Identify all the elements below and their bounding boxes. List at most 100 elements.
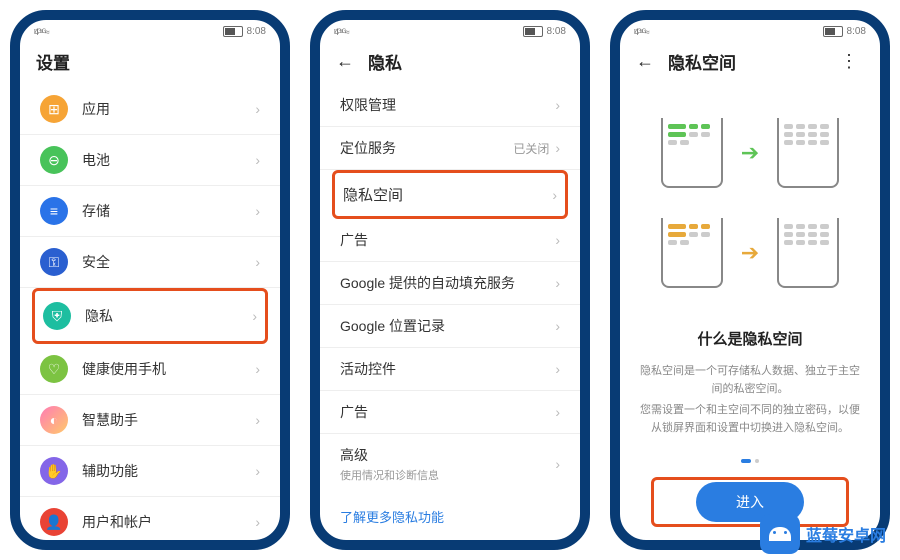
chevron-right-icon: › xyxy=(255,152,260,168)
settings-row-4[interactable]: ⛨ 隐私 › xyxy=(32,288,268,344)
phone-privacy: ᵗ4ᴳ ᵗ⁴ᴳ ≈ 8:08 ← 隐私 权限管理›定位服务已关闭›隐私空间›广告… xyxy=(310,10,590,550)
row-sublabel: 使用情况和诊断信息 xyxy=(340,467,549,483)
watermark: 蓝莓安卓网 xyxy=(760,508,886,560)
row-icon: ◐ xyxy=(40,406,68,434)
diagram-row-2: ➔ xyxy=(661,218,839,288)
settings-row-7[interactable]: ✋辅助功能› xyxy=(20,446,280,497)
chevron-right-icon: › xyxy=(555,361,560,377)
chevron-right-icon: › xyxy=(255,254,260,270)
settings-list[interactable]: ⊞应用›⊖电池›≡存储›⚿安全›⛨隐私›♡健康使用手机›◐智慧助手›✋辅助功能›… xyxy=(20,84,280,540)
privacy-row-0[interactable]: 权限管理 › xyxy=(320,84,580,127)
row-label: 隐私 xyxy=(85,306,246,326)
privacy-row-5[interactable]: Google 位置记录› xyxy=(320,305,580,348)
settings-row-3[interactable]: ⚿安全› xyxy=(20,237,280,288)
settings-header: 设置 xyxy=(20,39,280,84)
page-title: 隐私空间 xyxy=(668,49,820,74)
more-icon[interactable]: ⋮ xyxy=(834,51,864,72)
settings-row-2[interactable]: ≡ 存储 › xyxy=(20,186,280,237)
settings-row-8[interactable]: 👤用户和帐户› xyxy=(20,497,280,540)
privacy-row-4[interactable]: Google 提供的自动填充服务 › xyxy=(320,262,580,305)
row-label: 用户和帐户 xyxy=(82,512,249,532)
row-value: 已关闭 xyxy=(513,140,549,157)
settings-screen: 设置 ⊞应用›⊖电池›≡存储›⚿安全›⛨隐私›♡健康使用手机›◐智慧助手›✋辅助… xyxy=(20,39,280,540)
row-label: 健康使用手机 xyxy=(82,359,249,379)
battery-icon xyxy=(223,26,243,37)
status-bar: ᵗ4ᴳ ᵗ⁴ᴳ ≈ 8:08 xyxy=(20,20,280,39)
learn-more-link[interactable]: 了解更多隐私功能 xyxy=(320,493,580,540)
mini-phone-green xyxy=(661,118,723,188)
privacy-row-3[interactable]: 广告 › xyxy=(320,219,580,262)
chevron-right-icon: › xyxy=(555,275,560,291)
phone-settings: ᵗ4ᴳ ᵗ⁴ᴳ ≈ 8:08 设置 ⊞应用›⊖电池›≡存储›⚿安全›⛨隐私›♡健… xyxy=(10,10,290,550)
intro-desc-2: 您需设置一个和主空间不同的独立密码，以便从锁屏界面和设置中切换进入隐私空间。 xyxy=(640,402,860,437)
chevron-right-icon: › xyxy=(255,412,260,428)
privacy-row-8[interactable]: 高级使用情况和诊断信息› xyxy=(320,434,580,493)
back-icon[interactable]: ← xyxy=(636,51,654,72)
settings-row-1[interactable]: ⊖ 电池 › xyxy=(20,135,280,186)
row-label: 应用 xyxy=(82,99,249,119)
back-icon[interactable]: ← xyxy=(336,51,354,72)
settings-row-5[interactable]: ♡健康使用手机› xyxy=(20,344,280,395)
row-label: 智慧助手 xyxy=(82,410,249,430)
row-icon: ✋ xyxy=(40,457,68,485)
mini-phone-orange xyxy=(661,218,723,288)
arrow-icon: ➔ xyxy=(741,140,759,166)
privacy-row-7[interactable]: 广告 › xyxy=(320,391,580,434)
chevron-right-icon: › xyxy=(555,404,560,420)
battery-icon xyxy=(523,26,543,37)
privacy-screen: ← 隐私 权限管理›定位服务已关闭›隐私空间›广告›Google 提供的自动填充… xyxy=(320,39,580,540)
chevron-right-icon: › xyxy=(555,232,560,248)
intro-desc-1: 隐私空间是一个可存储私人数据、独立于主空间的私密空间。 xyxy=(640,363,860,398)
row-icon: ⛨ xyxy=(43,302,71,330)
intro-title: 什么是隐私空间 xyxy=(697,328,802,349)
privacy-row-6[interactable]: 活动控件 › xyxy=(320,348,580,391)
signal-icons: ᵗ4ᴳ ᵗ⁴ᴳ ≈ xyxy=(34,27,48,37)
mini-phone-target xyxy=(777,118,839,188)
row-label: 权限管理 xyxy=(340,95,549,115)
row-label: 广告 xyxy=(340,230,549,250)
private-space-screen: ← 隐私空间 ⋮ ➔ xyxy=(620,39,880,540)
arrow-icon: ➔ xyxy=(741,240,759,266)
watermark-icon xyxy=(760,514,800,554)
privacy-row-2[interactable]: 隐私空间› xyxy=(332,170,568,219)
status-bar: ᵗ4ᴳ ᵗ⁴ᴳ ≈ 8:08 xyxy=(320,20,580,39)
diagram-row-1: ➔ xyxy=(661,118,839,188)
row-label: Google 提供的自动填充服务 xyxy=(340,273,549,293)
status-bar: ᵗ4ᴳ ᵗ⁴ᴳ ≈ 8:08 xyxy=(620,20,880,39)
row-label: 高级 xyxy=(340,445,549,465)
row-icon: 👤 xyxy=(40,508,68,536)
battery-icon xyxy=(823,26,843,37)
intro-body: ➔ ➔ xyxy=(620,84,880,540)
row-icon: ≡ xyxy=(40,197,68,225)
phone-private-space: ᵗ4ᴳ ᵗ⁴ᴳ ≈ 8:08 ← 隐私空间 ⋮ ➔ xyxy=(610,10,890,550)
row-icon: ⚿ xyxy=(40,248,68,276)
row-label: 定位服务 xyxy=(340,138,513,158)
watermark-text: 蓝莓安卓网 xyxy=(806,522,886,546)
row-label: 隐私空间 xyxy=(343,184,546,205)
signal-icons: ᵗ4ᴳ ᵗ⁴ᴳ ≈ xyxy=(334,27,348,37)
pager-dot xyxy=(755,459,759,463)
signal-icons: ᵗ4ᴳ ᵗ⁴ᴳ ≈ xyxy=(634,27,648,37)
settings-row-0[interactable]: ⊞应用› xyxy=(20,84,280,135)
mini-phone-target xyxy=(777,218,839,288)
privacy-header: ← 隐私 xyxy=(320,39,580,84)
row-label: Google 位置记录 xyxy=(340,316,549,336)
pager xyxy=(741,459,759,463)
private-space-header: ← 隐私空间 ⋮ xyxy=(620,39,880,84)
chevron-right-icon: › xyxy=(255,203,260,219)
row-label: 广告 xyxy=(340,402,549,422)
row-icon: ⊖ xyxy=(40,146,68,174)
chevron-right-icon: › xyxy=(252,308,257,324)
row-icon: ♡ xyxy=(40,355,68,383)
page-title: 设置 xyxy=(36,49,264,74)
privacy-row-1[interactable]: 定位服务已关闭› xyxy=(320,127,580,170)
privacy-list[interactable]: 权限管理›定位服务已关闭›隐私空间›广告›Google 提供的自动填充服务›Go… xyxy=(320,84,580,493)
clock: 8:08 xyxy=(247,26,266,37)
settings-row-6[interactable]: ◐ 智慧助手 › xyxy=(20,395,280,446)
chevron-right-icon: › xyxy=(555,97,560,113)
row-label: 活动控件 xyxy=(340,359,549,379)
chevron-right-icon: › xyxy=(255,463,260,479)
row-label: 存储 xyxy=(82,201,249,221)
row-icon: ⊞ xyxy=(40,95,68,123)
row-label: 电池 xyxy=(82,150,249,170)
